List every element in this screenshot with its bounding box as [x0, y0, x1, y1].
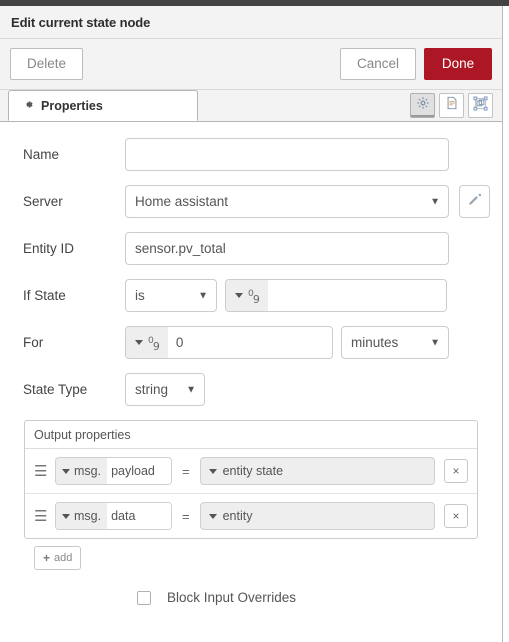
description-icon-button[interactable]	[439, 93, 464, 118]
if-state-value-typedinput: 09	[225, 279, 447, 312]
gear-icon	[416, 96, 430, 115]
for-units-wrap: minutes ▼	[341, 326, 449, 359]
dialog-title-text: Edit current state node	[11, 14, 151, 30]
form-row-name: Name	[12, 138, 490, 171]
caret-down-icon	[208, 468, 217, 474]
for-units-select[interactable]: minutes	[341, 326, 449, 359]
done-button[interactable]: Done	[424, 48, 492, 80]
dialog-button-bar: Delete Cancel Done	[0, 39, 502, 90]
drag-handle-icon[interactable]: ☰	[34, 464, 50, 479]
output-properties-legend: Output properties	[25, 421, 477, 449]
if-state-value-input[interactable]	[267, 280, 446, 311]
caret-down-icon	[62, 468, 70, 474]
output-property-1-value: entity	[222, 509, 253, 523]
server-edit-button[interactable]	[459, 185, 490, 218]
state-type-select[interactable]: string	[125, 373, 205, 406]
table-row: ☰ msg. = entity	[25, 494, 477, 538]
dialog-title: Edit current state node	[0, 6, 502, 39]
document-icon	[445, 96, 459, 115]
block-input-overrides-label: Block Input Overrides	[167, 590, 297, 605]
server-label: Server	[23, 194, 63, 209]
object-group-icon	[473, 95, 488, 116]
caret-down-icon	[62, 513, 70, 519]
tab-properties-label: Properties	[41, 98, 103, 113]
block-input-overrides-checkbox[interactable]	[137, 590, 151, 605]
form-row-entity-id: Entity ID	[12, 232, 490, 265]
tab-strip: Properties	[0, 90, 502, 122]
add-output-property-button[interactable]: + add	[34, 546, 82, 570]
form-row-server: Server Home assistant ▼	[12, 185, 490, 218]
name-label: Name	[23, 147, 60, 162]
add-output-property-label: add	[54, 552, 73, 564]
if-state-comparator-wrap: is ▼	[125, 279, 217, 312]
for-value-input[interactable]	[167, 327, 332, 358]
drag-handle-icon[interactable]: ☰	[34, 509, 50, 524]
form-row-state-type: State Type string ▼	[12, 373, 490, 406]
output-properties-panel: Output properties ☰ msg. =	[24, 420, 478, 539]
entity-id-label: Entity ID	[23, 241, 75, 256]
output-property-1-equals: =	[182, 508, 190, 524]
output-property-1-scope-selector[interactable]: msg.	[56, 503, 108, 529]
output-property-1-delete-button[interactable]: ×	[444, 504, 468, 528]
table-row: ☰ msg. = entity state	[25, 449, 477, 494]
output-property-0-value: entity state	[222, 464, 284, 478]
state-type-label: State Type	[23, 382, 88, 397]
form-row-if-state: If State is ▼ 09	[12, 279, 490, 312]
number-type-icon: 09	[148, 334, 160, 354]
gear-icon	[23, 99, 34, 113]
edit-node-dialog: Edit current state node Delete Cancel Do…	[0, 6, 503, 642]
tab-properties[interactable]: Properties	[8, 90, 198, 121]
output-property-1-name-input[interactable]	[107, 503, 171, 529]
if-state-comparator-select[interactable]: is	[125, 279, 217, 312]
output-property-0-scope-selector[interactable]: msg.	[56, 458, 108, 484]
entity-id-input[interactable]	[125, 232, 449, 265]
appearance-icon-button[interactable]	[468, 93, 493, 118]
output-property-0-name-input[interactable]	[107, 458, 171, 484]
server-select[interactable]: Home assistant	[125, 185, 449, 218]
output-property-0-field: msg.	[55, 457, 172, 485]
output-properties-list: ☰ msg. = entity state	[25, 449, 477, 538]
caret-down-icon	[208, 513, 217, 519]
name-input[interactable]	[125, 138, 449, 171]
delete-button[interactable]: Delete	[10, 48, 84, 80]
output-property-0-delete-button[interactable]: ×	[444, 459, 468, 483]
if-state-label: If State	[23, 288, 66, 303]
close-icon: ×	[452, 464, 460, 478]
output-property-1-scope: msg.	[74, 509, 102, 523]
properties-icon-button[interactable]	[410, 93, 435, 118]
state-type-wrap: string ▼	[125, 373, 205, 406]
cancel-button[interactable]: Cancel	[339, 48, 416, 80]
form-row-for: For 09 minutes ▼	[12, 326, 490, 359]
server-select-wrap: Home assistant ▼	[125, 185, 449, 218]
output-property-0-value-selector[interactable]: entity state	[199, 457, 435, 485]
close-icon: ×	[452, 509, 460, 523]
number-type-icon: 09	[248, 287, 260, 307]
node-red-edit-dialog: Edit current state node Delete Cancel Do…	[0, 0, 509, 642]
output-property-1-field: msg.	[55, 502, 172, 530]
for-type-selector[interactable]: 09	[126, 327, 168, 358]
for-value-typedinput: 09	[125, 326, 333, 359]
pencil-icon	[468, 192, 482, 211]
output-property-0-scope: msg.	[74, 464, 102, 478]
block-input-overrides-row: Block Input Overrides	[12, 590, 490, 605]
tab-icon-group	[410, 93, 493, 118]
caret-down-icon	[135, 340, 143, 345]
caret-down-icon	[235, 293, 243, 298]
output-property-0-equals: =	[182, 463, 190, 479]
output-property-1-value-selector[interactable]: entity	[199, 502, 435, 530]
for-label: For	[23, 335, 44, 350]
plus-icon: +	[43, 551, 51, 565]
if-state-type-selector[interactable]: 09	[226, 280, 268, 311]
properties-form: Name Server Home assistant ▼ Entity ID s…	[0, 122, 502, 641]
